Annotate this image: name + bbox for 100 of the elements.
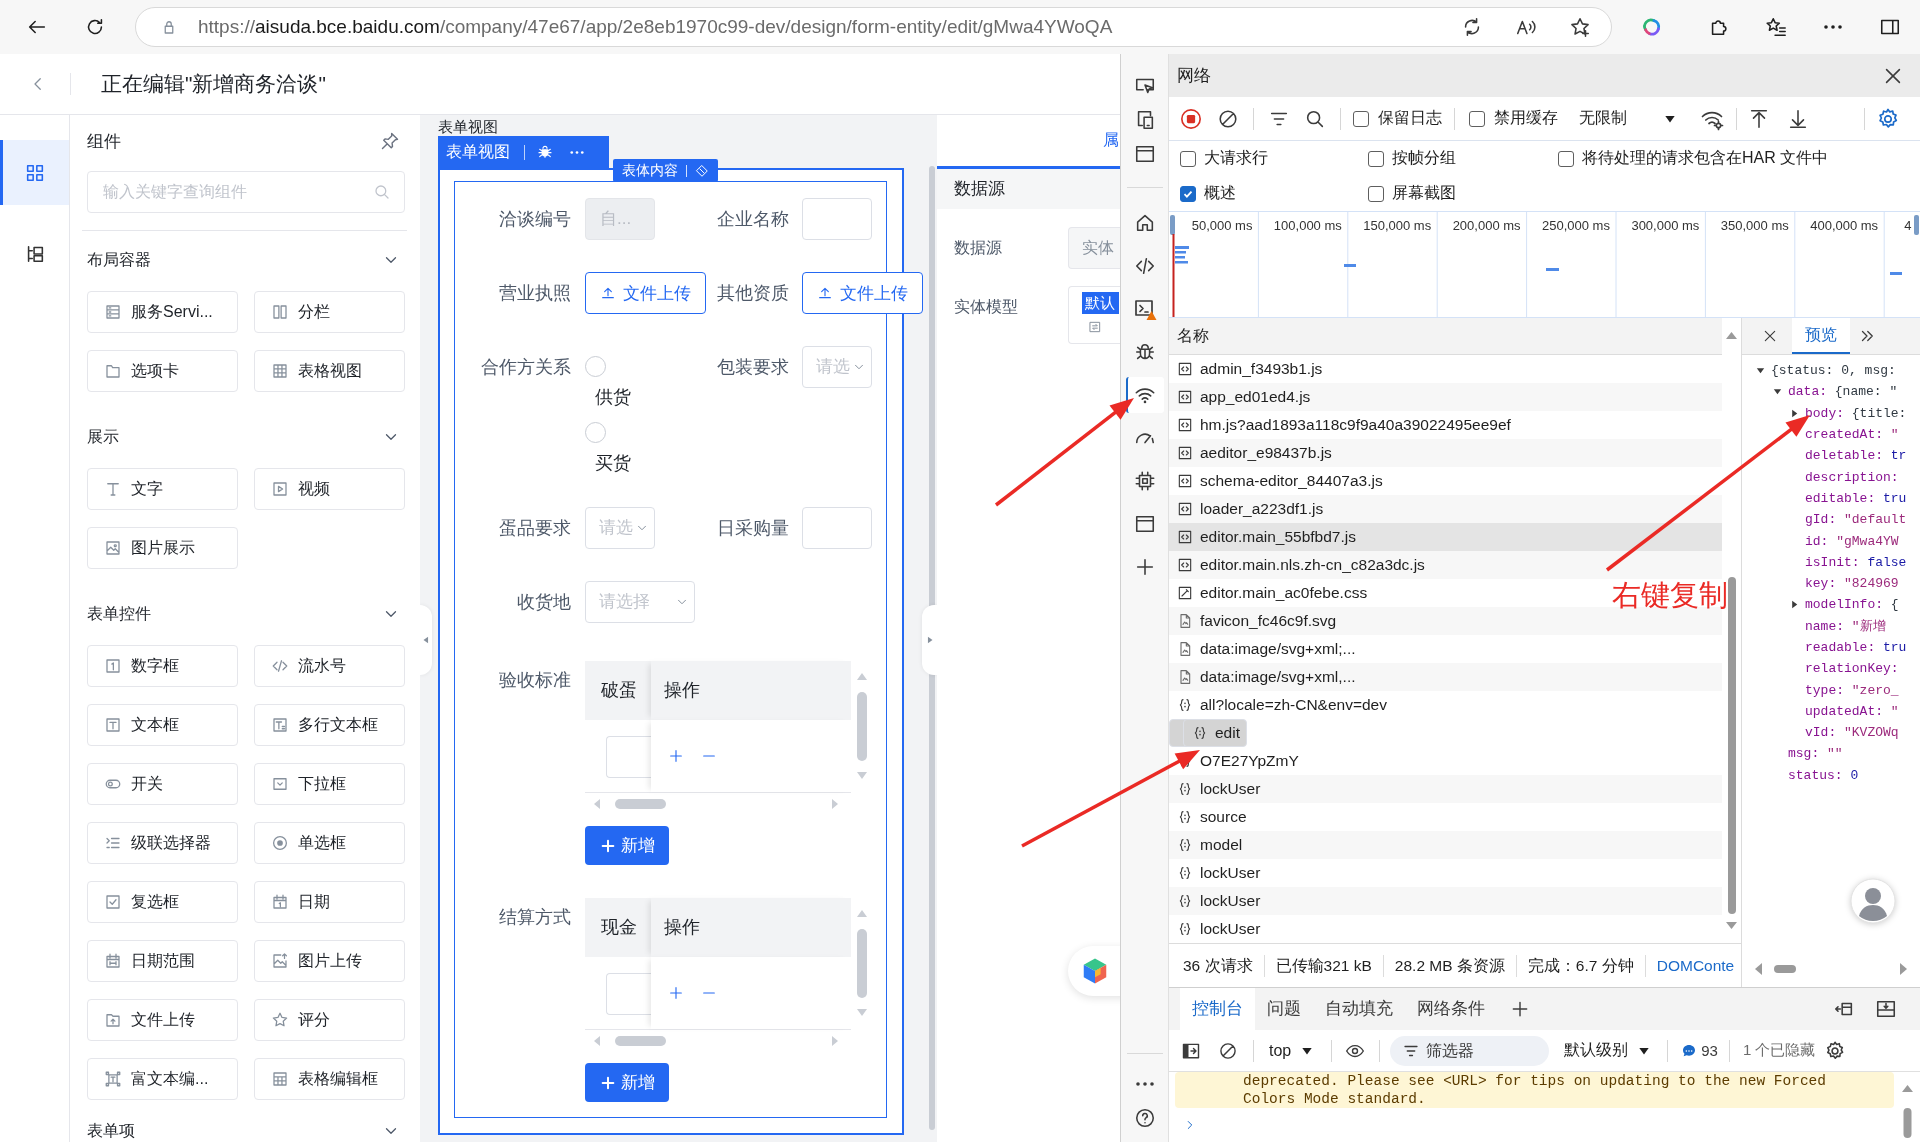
- preview-tab[interactable]: 预览: [1792, 318, 1850, 354]
- request-item[interactable]: lockUser: [1169, 915, 1267, 943]
- add-button[interactable]: 新增: [585, 826, 669, 865]
- component-item[interactable]: 单选框: [254, 822, 405, 864]
- component-item[interactable]: 表格视图: [254, 350, 405, 392]
- properties-tab[interactable]: 属: [1103, 130, 1119, 151]
- drawer-tab[interactable]: 网络条件: [1405, 988, 1497, 1030]
- select-field[interactable]: 请选择: [585, 581, 695, 623]
- plus-icon[interactable]: [1510, 999, 1530, 1019]
- request-item[interactable]: all?locale=zh-CN&env=dev: [1169, 691, 1393, 719]
- request-item[interactable]: lockUser: [1169, 887, 1267, 915]
- level-dropdown[interactable]: 默认级别: [1564, 1040, 1652, 1061]
- checkbox[interactable]: [1180, 150, 1196, 167]
- filter-field[interactable]: 筛选器: [1390, 1035, 1550, 1066]
- component-item[interactable]: 文本框: [87, 704, 238, 746]
- range-handle[interactable]: [1914, 215, 1919, 235]
- table-header-cell: 操作: [651, 661, 851, 720]
- radio-button[interactable]: [585, 422, 606, 443]
- component-item[interactable]: 开关: [87, 763, 238, 805]
- component-item[interactable]: 日期范围: [87, 940, 238, 982]
- search-field[interactable]: 输入关键字查询组件: [87, 171, 405, 213]
- group-header[interactable]: 布局容器: [87, 242, 405, 278]
- request-item[interactable]: data:image/svg+xml;...: [1169, 635, 1362, 663]
- table-input-field[interactable]: [606, 736, 651, 778]
- component-item[interactable]: 流水号: [254, 645, 405, 687]
- select-field[interactable]: 请选: [802, 346, 872, 388]
- upload-icon[interactable]: [1748, 107, 1770, 130]
- component-item[interactable]: 下拉框: [254, 763, 405, 805]
- component-item[interactable]: 分栏: [254, 291, 405, 333]
- request-item[interactable]: schema-editor_84407a3.js: [1169, 467, 1389, 495]
- checkbox[interactable]: [1353, 110, 1369, 127]
- checkbox[interactable]: [1469, 110, 1485, 127]
- component-item[interactable]: 文字: [87, 468, 238, 510]
- upload-button[interactable]: 文件上传: [585, 272, 706, 314]
- request-item[interactable]: model: [1169, 831, 1249, 859]
- component-item[interactable]: 图片上传: [254, 940, 405, 982]
- component-item[interactable]: 级联选择器: [87, 822, 238, 864]
- close-icon[interactable]: [1762, 328, 1778, 344]
- drawer-tab[interactable]: 控制台: [1180, 988, 1255, 1030]
- record-icon[interactable]: [1180, 107, 1202, 130]
- checkbox[interactable]: [1368, 185, 1384, 202]
- request-item[interactable]: lockUser: [1169, 859, 1267, 887]
- range-handle[interactable]: [1170, 215, 1175, 235]
- group-header[interactable]: 展示: [87, 419, 405, 455]
- throttling-dropdown[interactable]: 无限制: [1579, 108, 1677, 129]
- text-field[interactable]: [802, 507, 872, 549]
- group-header[interactable]: 表单项: [87, 1113, 405, 1142]
- canvas-scrollbar[interactable]: [929, 166, 935, 1130]
- column-header[interactable]: 名称: [1169, 318, 1722, 355]
- checkbox[interactable]: [1368, 150, 1384, 167]
- request-item[interactable]: admin_f3493b1.js: [1169, 355, 1329, 383]
- star-plus-icon[interactable]: [1569, 16, 1591, 38]
- request-item[interactable]: editor.main_ac0febe.css: [1169, 579, 1374, 607]
- avatar-icon[interactable]: [1850, 878, 1896, 924]
- text-field[interactable]: [802, 198, 872, 240]
- component-item[interactable]: 服务Servi...: [87, 291, 238, 333]
- clear-icon[interactable]: [1218, 1040, 1238, 1061]
- checkbox[interactable]: [1558, 150, 1574, 167]
- select-field[interactable]: 请选: [585, 507, 655, 549]
- context-dropdown[interactable]: top: [1269, 1041, 1315, 1060]
- add-button[interactable]: 新增: [585, 1063, 669, 1102]
- component-item[interactable]: 视频: [254, 468, 405, 510]
- component-item[interactable]: 图片展示: [87, 527, 238, 569]
- component-item[interactable]: 日期: [254, 881, 405, 923]
- assistant-button[interactable]: [1068, 946, 1120, 996]
- dock-bottom-icon[interactable]: [1875, 998, 1897, 1020]
- component-item[interactable]: 富文本编...: [87, 1058, 238, 1100]
- rail-tab[interactable]: [0, 140, 69, 205]
- radio-button[interactable]: [585, 356, 606, 377]
- settings-icon[interactable]: [1876, 106, 1900, 131]
- component-item[interactable]: 选项卡: [87, 350, 238, 392]
- address-field[interactable]: https://aisuda.bce.baidu.com/company/47e67/app/2e8eb1970c99-dev/design/form-entity/edit/gMwa4YWoQA: [135, 7, 1612, 47]
- table-input-field[interactable]: [606, 973, 651, 1015]
- collapse-handle[interactable]: [922, 605, 937, 675]
- collapse-handle[interactable]: [420, 605, 432, 675]
- component-item[interactable]: 文件上传: [87, 999, 238, 1041]
- upload-button[interactable]: 文件上传: [802, 272, 923, 314]
- request-item[interactable]: lockUser: [1169, 775, 1267, 803]
- message-icon[interactable]: [1681, 1042, 1698, 1059]
- checkbox[interactable]: [1180, 185, 1196, 202]
- drawer-tab[interactable]: 自动填充: [1313, 988, 1405, 1030]
- pin-icon[interactable]: [380, 131, 400, 151]
- component-item[interactable]: 数字框: [87, 645, 238, 687]
- swap-icon[interactable]: [1088, 320, 1102, 334]
- component-item[interactable]: 多行文本框: [254, 704, 405, 746]
- drawer-tab[interactable]: 问题: [1255, 988, 1313, 1030]
- activity-tab[interactable]: [1125, 376, 1164, 413]
- content-tag[interactable]: 表体内容: [613, 159, 718, 182]
- collapsed-triangle-icon[interactable]: [1789, 599, 1800, 611]
- component-item[interactable]: 复选框: [87, 881, 238, 923]
- download-icon[interactable]: [1787, 107, 1809, 130]
- collapsed-triangle-icon[interactable]: [1789, 407, 1800, 419]
- request-item[interactable]: edit: [1183, 719, 1247, 747]
- component-item[interactable]: 表格编辑框: [254, 1058, 405, 1100]
- request-item[interactable]: hm.js?aad1893a118c9f9a40a39022495ee9ef: [1169, 411, 1517, 439]
- request-item[interactable]: source: [1169, 803, 1253, 831]
- group-header[interactable]: 表单控件: [87, 596, 405, 632]
- more-icon[interactable]: [570, 150, 584, 154]
- component-item[interactable]: 评分: [254, 999, 405, 1041]
- bug-icon[interactable]: [537, 144, 553, 160]
